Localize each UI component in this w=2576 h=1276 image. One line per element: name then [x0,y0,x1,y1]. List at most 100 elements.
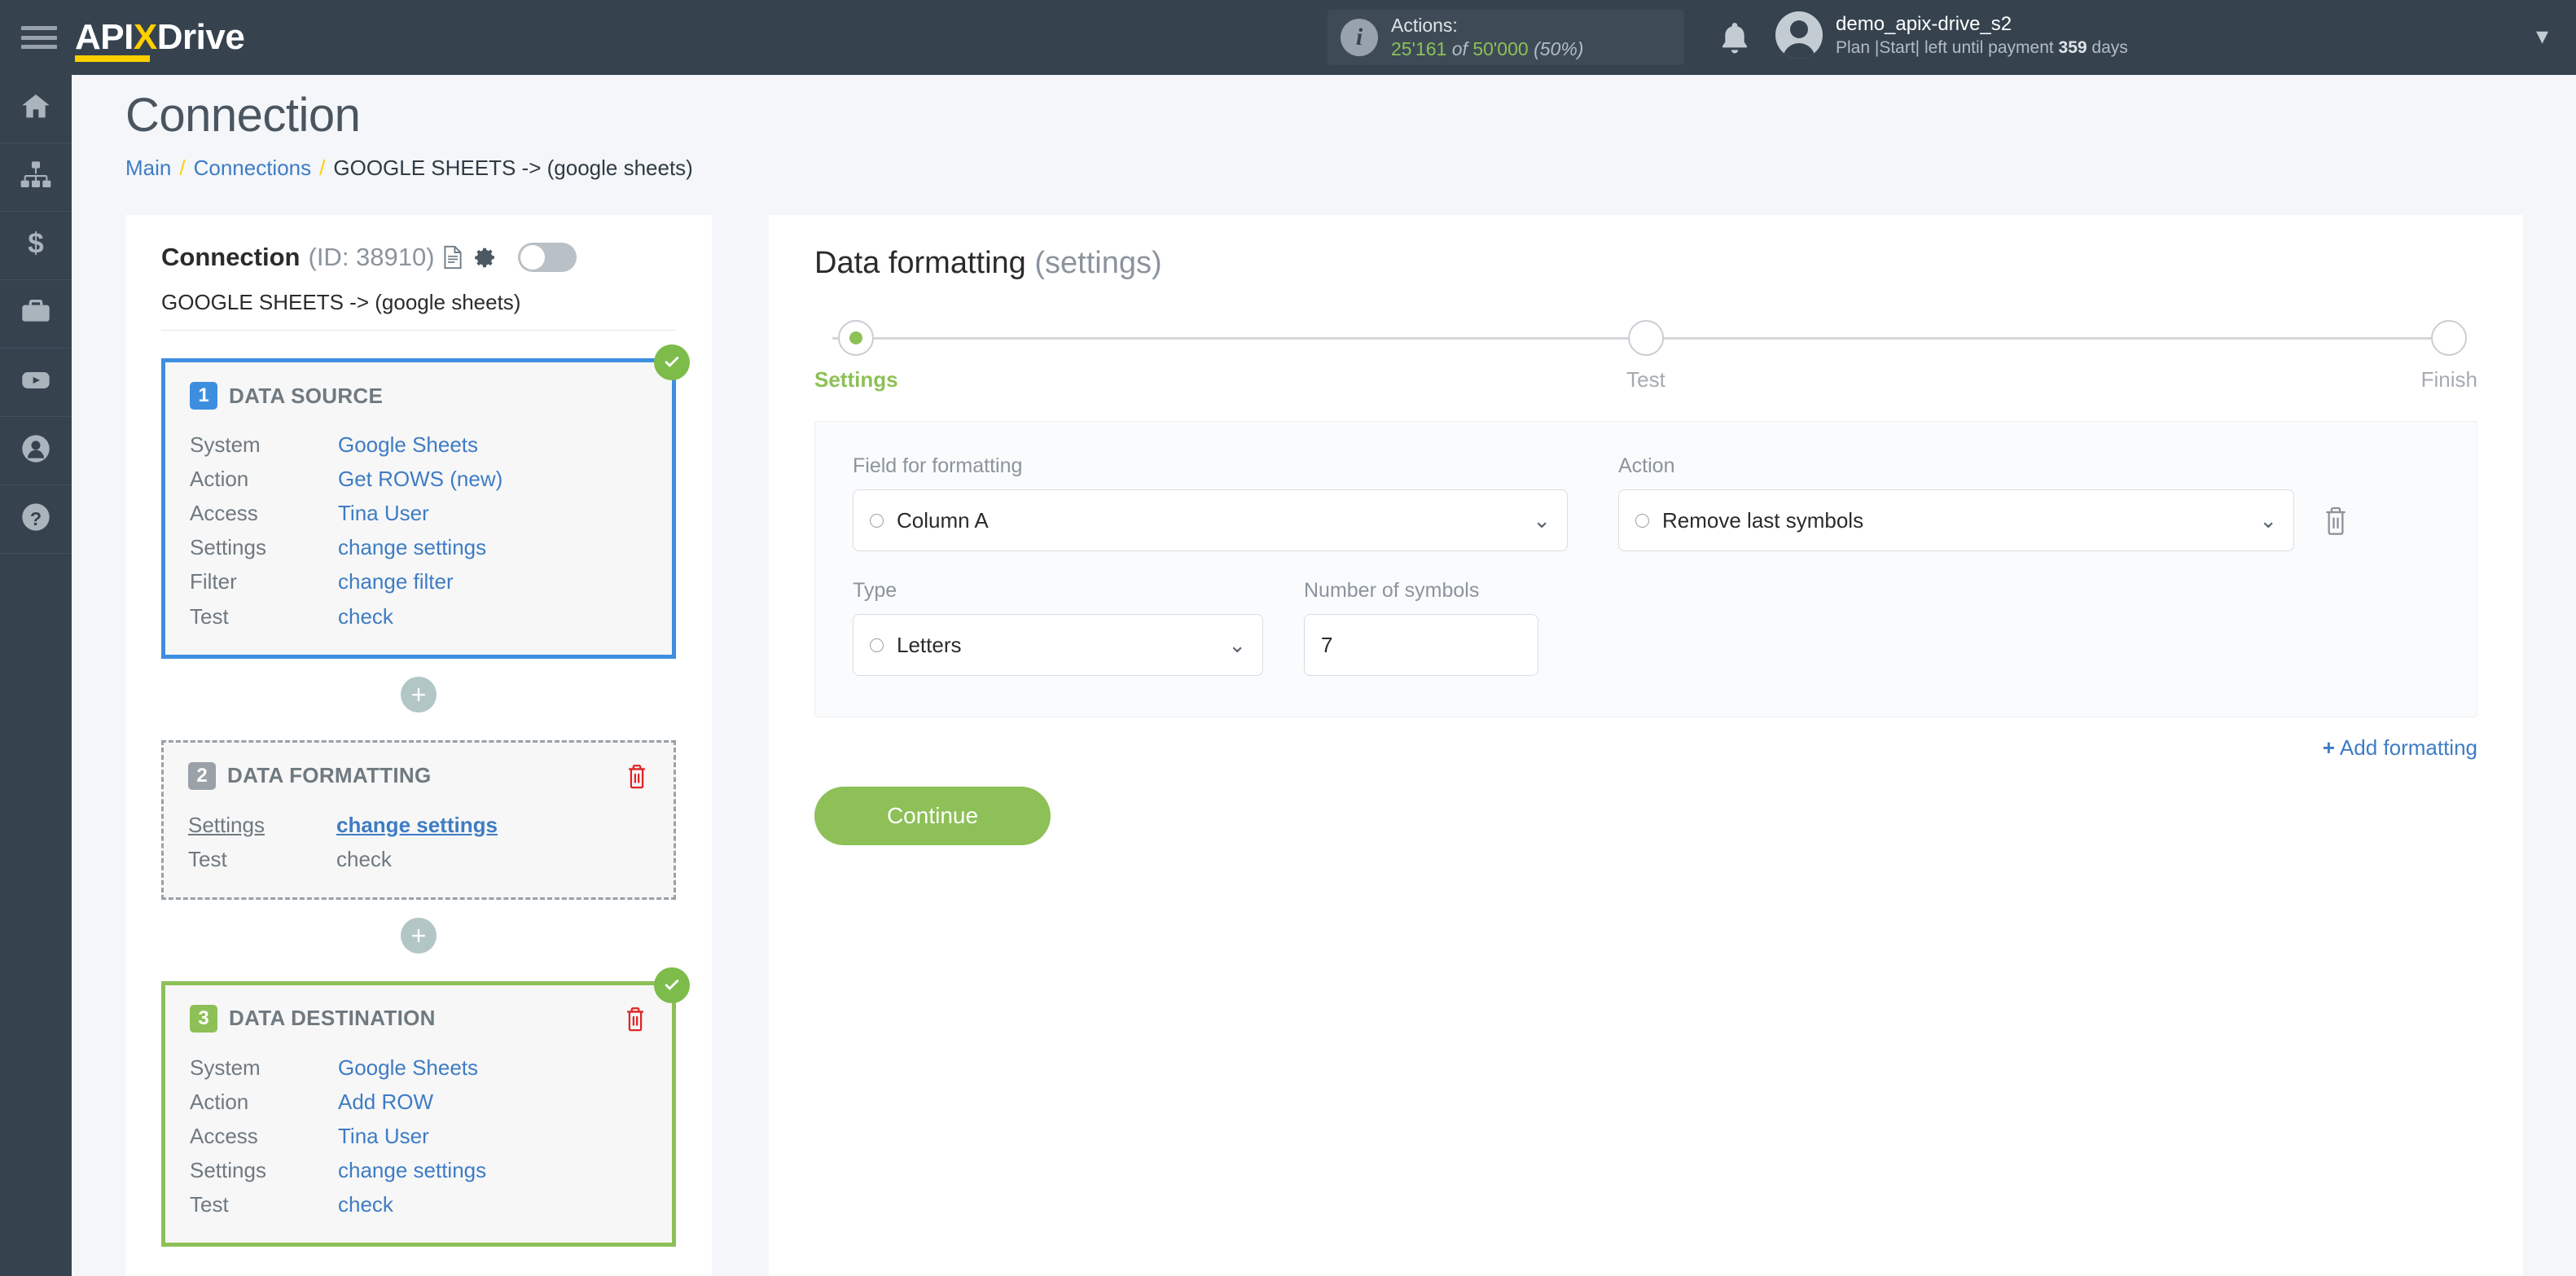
row-value[interactable]: Google Sheets [338,1050,478,1085]
sidebar-item-help[interactable]: ? [0,485,72,554]
logo-underline [75,55,150,62]
card-data-destination[interactable]: 3 DATA DESTINATION System Google Sheets A… [161,967,690,1247]
account-menu[interactable]: demo_apix-drive_s2 Plan |Start| left unt… [1775,11,2128,59]
field-for-formatting-label: Field for formatting [853,454,1023,477]
gear-icon[interactable] [472,245,497,270]
row-value[interactable]: check [336,842,392,876]
card-data-source[interactable]: 1 DATA SOURCE System Google Sheets Action… [161,344,690,659]
breadcrumb-separator-1: / [179,156,186,180]
sidebar-item-profile[interactable] [0,417,72,485]
row-key: Access [190,501,258,526]
step-label: Finish [2420,367,2477,392]
type-select[interactable]: Letters ⌄ [853,614,1263,676]
logo-x-text: X [133,17,157,57]
row-value[interactable]: Tina User [338,1119,429,1153]
chevron-down-icon[interactable]: ▾ [2536,24,2548,49]
field-for-formatting-value: Column A [897,507,989,533]
step-dot-active [838,320,875,356]
actions-total: 50'000 [1472,38,1529,59]
row-value[interactable]: check [338,1187,393,1221]
chevron-down-icon: ⌄ [1533,508,1551,533]
panel-title: Data formatting (settings) [814,246,2477,281]
row-key: Test [190,1192,229,1217]
document-icon[interactable] [443,245,463,270]
delete-step-icon[interactable] [623,1005,647,1033]
breadcrumb-separator-2: / [319,156,326,180]
notifications-bell-icon[interactable] [1718,21,1751,57]
card-rows: System Google Sheets Action Add ROW Access… [190,1050,647,1222]
card-rows: System Google Sheets Action Get ROWS (new)… [190,428,647,634]
number-of-symbols-input[interactable]: 7 [1304,614,1538,676]
card-number-badge: 1 [190,382,217,410]
card-row-filter: Filter change filter [190,564,647,599]
logo-drive-text: Drive [156,17,245,57]
briefcase-icon [20,296,52,332]
chevron-down-icon: ⌄ [2259,508,2277,533]
add-formatting-label: Add formatting [2339,735,2477,760]
row-value[interactable]: Get ROWS (new) [338,462,502,496]
account-name: demo_apix-drive_s2 [1836,13,2012,35]
top-bar: APIXDrive i Actions: 25'161 of 50'000 (5… [0,0,2576,75]
sidebar-item-services[interactable] [0,280,72,349]
dollar-icon: $ [20,227,52,264]
row-value[interactable]: check [338,599,393,634]
breadcrumb-current: GOOGLE SHEETS -> (google sheets) [333,156,693,180]
apixdrive-logo[interactable]: APIXDrive [75,17,245,62]
sidebar-item-connections[interactable] [0,143,72,212]
add-formatting-link[interactable]: + Add formatting [814,735,2477,761]
connection-enable-toggle[interactable] [517,243,577,272]
card-row-action: Action Add ROW [190,1085,647,1119]
row-value[interactable]: change settings [336,808,498,842]
delete-step-icon[interactable] [625,762,649,790]
step-settings[interactable]: Settings [814,320,898,392]
sidebar-item-home[interactable] [0,75,72,143]
card-data-formatting[interactable]: 2 DATA FORMATTING Settings change setting… [161,739,676,900]
row-key: System [190,1055,261,1080]
continue-button[interactable]: Continue [814,787,1051,845]
menu-toggle-icon[interactable] [21,24,57,51]
row-value[interactable]: change settings [338,1153,486,1187]
row-value[interactable]: change filter [338,564,454,599]
youtube-icon [20,364,52,401]
row-value[interactable]: Tina User [338,496,429,530]
type-group: Type Letters ⌄ [853,579,1263,676]
check-icon [654,344,690,380]
row-value[interactable]: change settings [338,530,486,564]
actions-quota-box[interactable]: i Actions: 25'161 of 50'000 (50%) [1327,10,1684,65]
add-step-button[interactable]: + [401,917,437,954]
panel-title-muted: (settings) [1034,246,1162,280]
breadcrumb: Main / Connections / GOOGLE SHEETS -> (googl… [125,156,2576,181]
sidebar-item-billing[interactable]: $ [0,212,72,280]
number-of-symbols-group: Number of symbols 7 [1304,579,1538,676]
field-for-formatting-select[interactable]: Column A ⌄ [853,489,1568,551]
info-icon: i [1341,19,1378,56]
connection-panel: Connection (ID: 38910) GOOGLE SHEETS -> … [125,215,712,1276]
account-plan: Plan |Start| left until payment 359 days [1836,37,2128,59]
action-select[interactable]: Remove last symbols ⌄ [1618,489,2294,551]
step-finish[interactable]: Finish [2421,320,2477,392]
step-dot [1628,320,1664,356]
add-step-separator-2: + [161,917,676,954]
delete-formatting-icon[interactable] [2322,504,2350,537]
row-value[interactable]: Google Sheets [338,428,478,462]
breadcrumb-connections[interactable]: Connections [194,156,312,180]
add-step-button[interactable]: + [401,676,437,713]
plan-suffix: days [2087,38,2128,58]
row-key: System [190,432,261,457]
row-value[interactable]: Add ROW [338,1085,433,1119]
sidebar-item-video[interactable] [0,349,72,417]
sidebar-rail: $ ? [0,75,72,1276]
action-group: Action Remove last symbols ⌄ [1618,454,2294,551]
step-test[interactable]: Test [1626,320,1665,392]
connection-header: Connection (ID: 38910) [161,243,676,272]
card-row-settings: Settings change settings [188,808,649,842]
card-rows: Settings change settings Test check [188,808,649,876]
radio-circle-icon [1635,513,1649,528]
add-step-separator-1: + [161,676,676,713]
actions-used: 25'161 [1391,38,1447,59]
row-key: Access [190,1124,258,1149]
breadcrumb-main[interactable]: Main [125,156,171,180]
page-title: Connection [125,89,361,142]
type-value: Letters [897,632,962,657]
connection-title: Connection [161,243,301,271]
